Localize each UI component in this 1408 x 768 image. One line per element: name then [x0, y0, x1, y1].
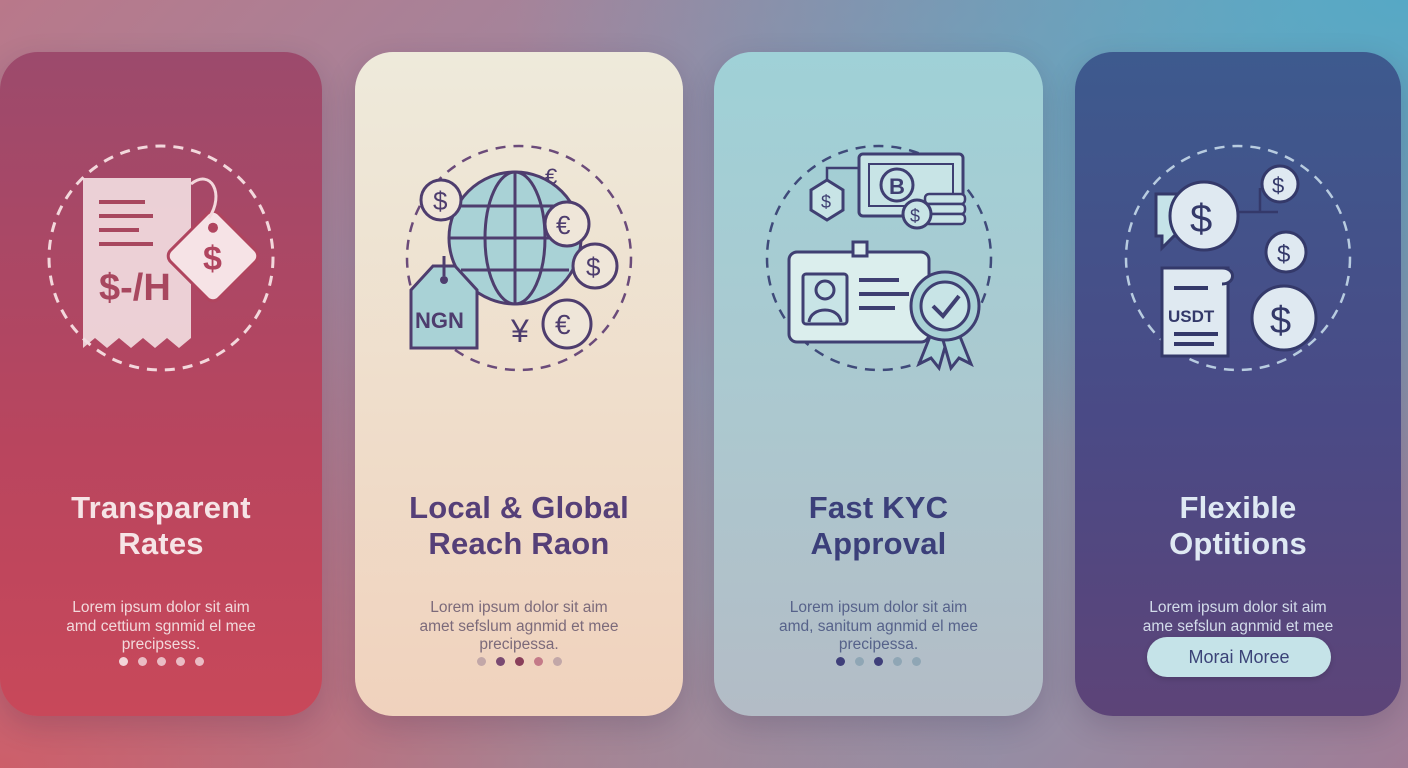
card-description: Lorem ipsum dolor sit aim amd, sanitum a…	[778, 599, 978, 653]
pagination-dot[interactable]	[476, 657, 486, 666]
svg-text:$: $	[203, 240, 222, 278]
pagination-dots	[0, 657, 322, 666]
globe-currency-illustration: $ € € $ € ¥ NGN	[405, 144, 633, 372]
svg-text:$: $	[1270, 300, 1291, 342]
pagination-dot[interactable]	[533, 657, 543, 666]
dollar-coin-icon: $	[1250, 284, 1318, 352]
pagination-dot[interactable]	[156, 657, 166, 666]
more-button[interactable]: Morai Moree	[1147, 637, 1331, 677]
dollar-coin-icon: $	[419, 178, 463, 222]
pagination-dot[interactable]	[874, 657, 883, 666]
svg-text:$: $	[1277, 241, 1290, 268]
dollar-coin-icon: $	[571, 242, 619, 290]
svg-text:$: $	[821, 192, 831, 212]
pagination-dot[interactable]	[118, 657, 128, 666]
svg-text:$: $	[433, 186, 448, 216]
card-title: Local & Global Reach Raon	[409, 490, 629, 561]
euro-symbol-icon: €	[545, 164, 557, 189]
svg-text:€: €	[556, 210, 571, 240]
pagination-dot[interactable]	[495, 657, 505, 666]
onboarding-card-flexible-options: $ $ $ $ USDT Flexible Optitions Lorem ip…	[1075, 52, 1401, 716]
dollar-coin-icon: $	[1168, 180, 1240, 252]
payment-options-illustration: $ $ $ $ USDT	[1124, 144, 1352, 372]
card-title: Flexible Optitions	[1169, 490, 1307, 561]
card-description: Lorem ipsum dolor sit aim amet sefslum a…	[419, 599, 619, 653]
euro-coin-icon: €	[543, 200, 591, 248]
pagination-dot[interactable]	[912, 657, 921, 666]
approval-badge-icon	[909, 270, 980, 372]
id-card-icon	[787, 240, 930, 344]
euro-coin-icon: €	[541, 298, 593, 350]
svg-text:USDT: USDT	[1168, 307, 1215, 326]
svg-text:$: $	[910, 206, 920, 226]
svg-text:$: $	[1190, 197, 1212, 241]
pagination-dot[interactable]	[836, 657, 845, 666]
dollar-coin-icon: $	[1260, 164, 1300, 204]
pagination-dots	[355, 657, 683, 666]
pagination-dot[interactable]	[137, 657, 147, 666]
pagination-dot[interactable]	[194, 657, 204, 666]
card-title: Transparent Rates	[71, 490, 251, 561]
pagination-dot[interactable]	[552, 657, 562, 666]
onboarding-card-transparent-rates: $-/H $ Transparent Rates Lorem ipsum dol…	[0, 52, 322, 716]
kyc-approval-illustration: B $ $	[765, 144, 992, 372]
svg-text:€: €	[555, 309, 571, 340]
card-description: Lorem ipsum dolor sit aim amd cettium sg…	[66, 599, 256, 653]
svg-text:B: B	[889, 174, 905, 199]
svg-text:NGN: NGN	[415, 308, 464, 333]
receipt-price-tag-illustration: $-/H $	[47, 144, 275, 372]
onboarding-card-local-global-reach: $ € € $ € ¥ NGN Local & Global Reach Rao…	[355, 52, 683, 716]
card-title: Fast KYC Approval	[808, 490, 949, 561]
onboarding-card-fast-kyc: B $ $ Fast KYC Approval Lorem ipsum dolo…	[714, 52, 1043, 716]
pagination-dot[interactable]	[175, 657, 185, 666]
svg-text:$: $	[1272, 173, 1284, 198]
pagination-dots	[714, 657, 1043, 666]
document-icon: USDT	[1160, 266, 1234, 358]
hexagon-coin-icon: $	[809, 166, 859, 222]
pagination-dot[interactable]	[855, 657, 864, 666]
svg-text:$-/H: $-/H	[99, 267, 171, 309]
dollar-coin-icon: $	[1264, 230, 1308, 274]
pagination-dot[interactable]	[893, 657, 902, 666]
svg-text:$: $	[586, 252, 601, 282]
yen-icon: ¥	[510, 313, 529, 349]
pagination-dot[interactable]	[514, 657, 524, 666]
